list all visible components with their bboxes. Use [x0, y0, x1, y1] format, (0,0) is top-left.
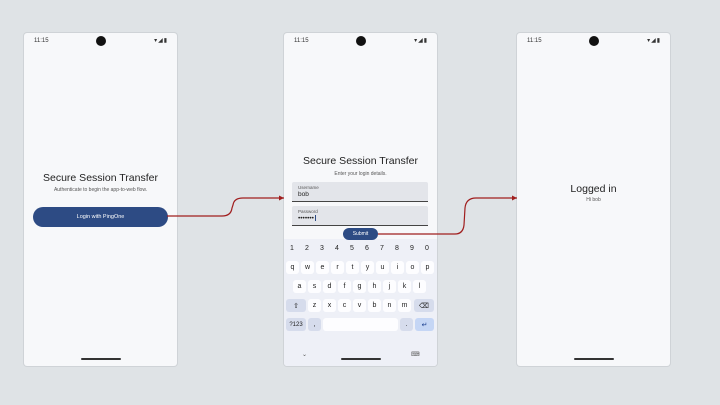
flow-arrows	[167, 195, 517, 235]
arrowhead-2	[512, 195, 517, 201]
arrowhead-1	[279, 195, 284, 201]
flow-arrow-login-to-credentials	[167, 197, 284, 217]
flow-arrow-credentials-to-logged-in	[378, 197, 517, 235]
